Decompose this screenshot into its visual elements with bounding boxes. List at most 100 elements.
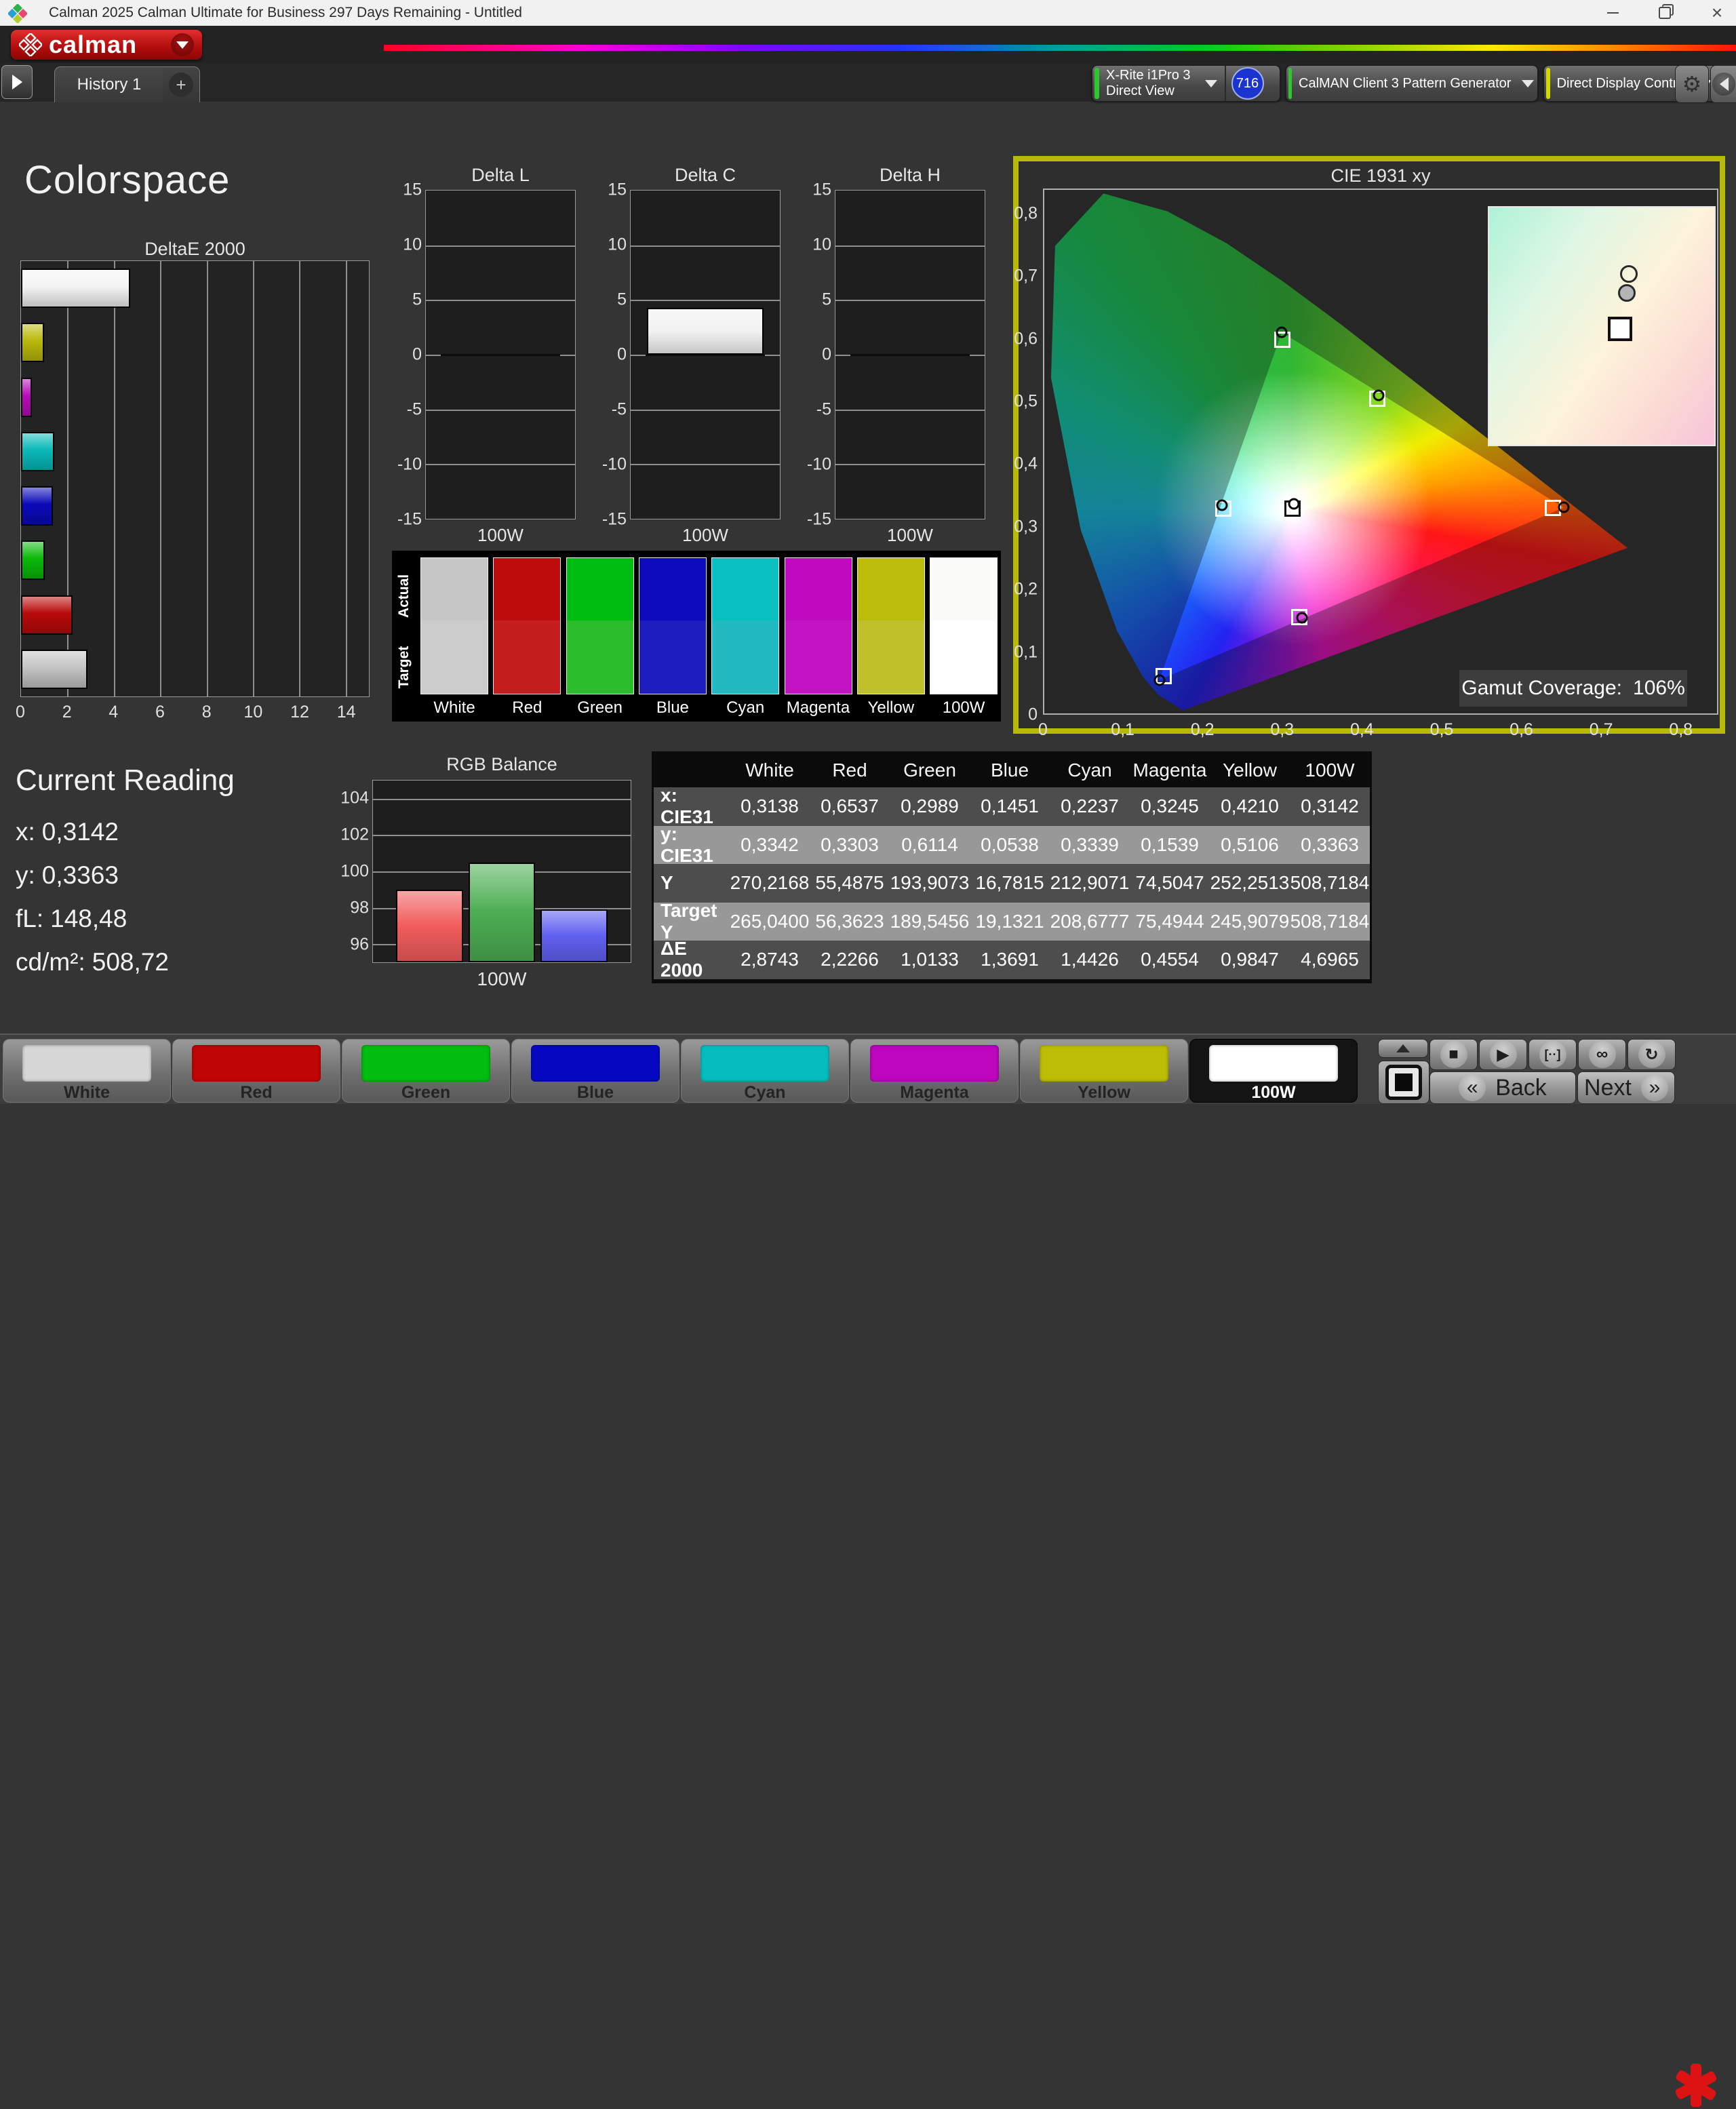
play-icon xyxy=(12,75,22,90)
header-strip: calman xyxy=(0,26,1736,63)
delta-c-plot xyxy=(630,190,781,519)
table-cell: 75,4944 xyxy=(1135,910,1204,932)
measured-marker-yellow xyxy=(1373,389,1385,401)
table-cell: 0,9847 xyxy=(1221,949,1279,970)
actual-row-label: Actual xyxy=(396,574,412,618)
axis-tick-label: 5 xyxy=(822,290,831,309)
pattern-button-label: Red xyxy=(240,1083,273,1102)
pattern-swatch xyxy=(361,1045,490,1082)
table-cell: 270,2168 xyxy=(730,872,810,894)
pattern-up-button[interactable] xyxy=(1378,1039,1428,1058)
pattern-button-cyan[interactable]: Cyan xyxy=(681,1039,849,1103)
tab-history-1[interactable]: History 1 xyxy=(54,66,164,102)
table-cell: 0,3245 xyxy=(1141,795,1199,817)
tab-bar: History 1 + X-Rite i1Pro 3 Direct View 71… xyxy=(0,63,1736,103)
target-swatch xyxy=(494,620,561,694)
swatch-box xyxy=(711,557,780,694)
axis-tick-label: -15 xyxy=(397,509,422,529)
target-swatch xyxy=(421,620,488,694)
axis-tick-label: 10 xyxy=(403,235,422,254)
table-cell: 0,5106 xyxy=(1221,833,1279,855)
gridline xyxy=(426,409,575,411)
settings-button[interactable]: ⚙ xyxy=(1675,65,1709,103)
pattern-window-button[interactable] xyxy=(1378,1061,1429,1104)
measurement-table: White Red Green Blue Cyan Magenta Yellow 100W x:… xyxy=(652,751,1372,983)
table-cell: 0,3339 xyxy=(1061,833,1119,855)
pattern-button-white[interactable]: White xyxy=(3,1039,171,1103)
pattern-swatch xyxy=(701,1045,829,1082)
deltae-chart-title: DeltaE 2000 xyxy=(144,239,245,259)
swatch-label: White xyxy=(433,698,475,717)
table-cell: 245,9079 xyxy=(1210,910,1290,932)
axis-tick-label: 104 xyxy=(340,788,369,808)
bar-white xyxy=(21,649,88,689)
pattern-button-green[interactable]: Green xyxy=(342,1039,510,1103)
axis-tick-label: 0,4 xyxy=(1349,720,1374,739)
tab-scroll-button[interactable] xyxy=(1,65,33,99)
stop-button[interactable]: ■ xyxy=(1429,1039,1478,1070)
axis-tick-label: 0,3 xyxy=(1270,720,1295,739)
table-cell: 0,2237 xyxy=(1061,795,1119,817)
meter-reading-badge[interactable]: 716 xyxy=(1231,67,1264,100)
meter-dropdown[interactable]: X-Rite i1Pro 3 Direct View 716 xyxy=(1092,65,1280,102)
meter-dropdown-arrow[interactable] xyxy=(1198,79,1225,87)
axis-tick-label: 0 xyxy=(412,344,422,364)
play-button[interactable]: ▶ xyxy=(1479,1039,1527,1070)
table-cell: 19,1321 xyxy=(975,910,1044,932)
pattern-button-blue[interactable]: Blue xyxy=(511,1039,679,1103)
column-header: White xyxy=(745,760,794,781)
minimize-button[interactable] xyxy=(1591,0,1634,26)
pattern-generator-dropdown-arrow[interactable] xyxy=(1518,79,1537,87)
collapse-panel-button[interactable] xyxy=(1710,65,1736,103)
session-asterisk-icon[interactable] xyxy=(1672,2062,1720,2109)
maximize-button[interactable] xyxy=(1643,0,1686,26)
pattern-button-red[interactable]: Red xyxy=(172,1039,340,1103)
axis-tick-label: 10 xyxy=(812,235,831,254)
next-label: Next xyxy=(1584,1074,1632,1101)
table-cell: 2,2266 xyxy=(821,949,879,970)
table-cell: 2,8743 xyxy=(741,949,799,970)
refresh-button[interactable]: ↻ xyxy=(1628,1039,1676,1070)
reading-cdm2: cd/m²: 508,72 xyxy=(16,948,169,976)
next-button[interactable]: Next » xyxy=(1577,1071,1675,1104)
chevron-down-icon xyxy=(1521,79,1534,87)
gamut-coverage-readout: Gamut Coverage: 106% xyxy=(1459,670,1687,707)
pattern-generator-dropdown[interactable]: CalMAN Client 3 Pattern Generator xyxy=(1286,65,1538,102)
axis-tick-label: 0,6 xyxy=(1510,720,1533,739)
pattern-swatch xyxy=(22,1045,151,1082)
column-header: Yellow xyxy=(1223,760,1277,781)
table-cell: 508,7184 xyxy=(1290,910,1370,932)
swatch-label: 100W xyxy=(942,698,985,717)
cie-whitepoint-inset xyxy=(1488,206,1716,446)
add-tab-button[interactable]: + xyxy=(163,66,200,102)
measured-marker-cyan xyxy=(1216,499,1228,511)
pattern-button-magenta[interactable]: Magenta xyxy=(850,1039,1019,1103)
pattern-button-100w[interactable]: 100W xyxy=(1189,1039,1358,1103)
bar-blue xyxy=(21,486,53,526)
axis-tick-label: -10 xyxy=(397,454,422,474)
brand-menu-arrow[interactable] xyxy=(171,33,194,56)
swatch-label: Magenta xyxy=(786,698,850,717)
table-row: Y 270,2168 55,4875 193,9073 16,7815 212,9071 7… xyxy=(654,864,1370,903)
close-icon: × xyxy=(1711,2,1723,23)
swatch-label: Red xyxy=(512,698,542,717)
axis-tick-label: 0,1 xyxy=(1111,720,1135,739)
swatch-label: Green xyxy=(577,698,623,717)
meter-status-indicator xyxy=(1094,68,1099,99)
axis-tick-label: 0 xyxy=(1038,720,1048,739)
chevrons-left-icon: « xyxy=(1459,1074,1486,1101)
pattern-button-yellow[interactable]: Yellow xyxy=(1020,1039,1188,1103)
delta-l-xlabel: 100W xyxy=(477,525,524,545)
swatch-label: Blue xyxy=(656,698,689,717)
marker-button[interactable]: [··] xyxy=(1528,1039,1577,1070)
axis-tick-label: 0,3 xyxy=(1014,517,1038,536)
calman-menu-button[interactable]: calman xyxy=(11,30,202,60)
table-cell: 0,4554 xyxy=(1141,949,1199,970)
infinite-button[interactable]: ∞ xyxy=(1578,1039,1626,1070)
back-button[interactable]: « Back xyxy=(1429,1071,1576,1104)
axis-tick-label: 0,2 xyxy=(1190,720,1215,739)
bar-100w xyxy=(21,269,130,308)
table-cell: 193,9073 xyxy=(890,872,970,894)
reading-y: y: 0,3363 xyxy=(16,861,119,889)
close-button[interactable]: × xyxy=(1695,0,1736,26)
